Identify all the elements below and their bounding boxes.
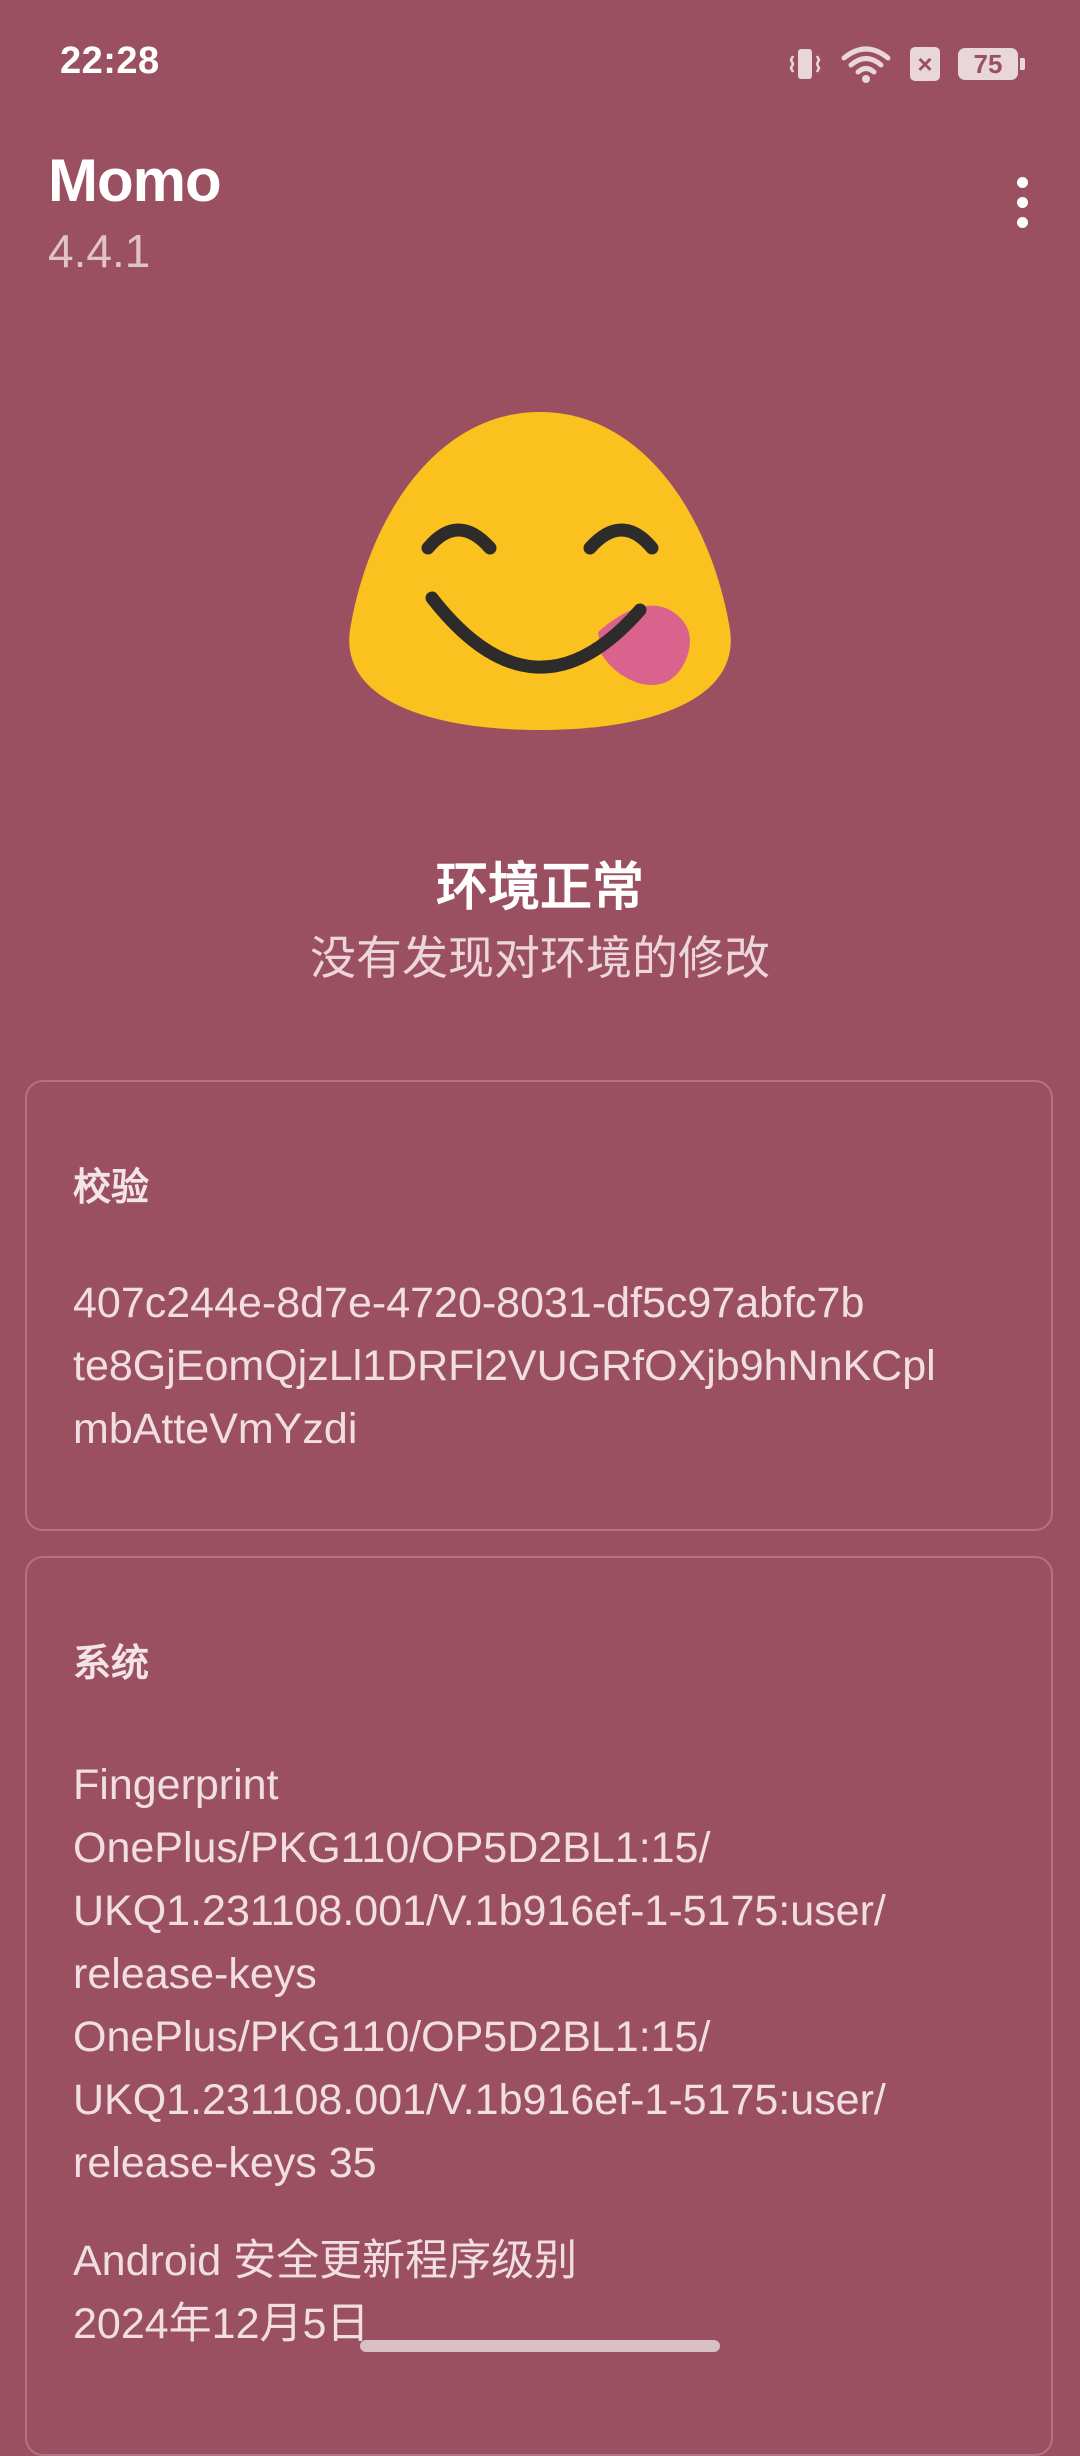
app-bar: Momo 4.4.1 (0, 128, 1080, 288)
fingerprint-line: UKQ1.231108.001/V.1b916ef-1-5175:user/ (73, 1887, 886, 1935)
fingerprint-line: Fingerprint (73, 1761, 279, 1809)
vibrate-icon (789, 49, 821, 79)
verify-card: 校验 407c244e-8d7e-4720-8031-df5c97abfc7b … (25, 1080, 1053, 1531)
more-vert-icon[interactable] (986, 166, 1058, 238)
verify-line: te8GjEomQjzLl1DRFl2VUGRfOXjb9hNnKCpl (73, 1342, 936, 1390)
menu-dot (1016, 176, 1028, 188)
navigation-handle[interactable] (360, 2340, 720, 2352)
emoji-face (349, 412, 731, 730)
battery-level: 75 (973, 48, 1003, 79)
app-title: Momo (48, 147, 222, 214)
status-title: 环境正常 (435, 859, 644, 917)
status-bar: 22:28 × 75 (0, 0, 1080, 128)
fingerprint-line: UKQ1.231108.001/V.1b916ef-1-5175:user/ (73, 2076, 886, 2124)
fingerprint-info: Fingerprint OnePlus/PKG110/OP5D2BL1:15/ … (73, 1754, 1021, 2195)
status-icons: × 75 (788, 40, 1025, 88)
verify-line: 407c244e-8d7e-4720-8031-df5c97abfc7b (73, 1279, 865, 1327)
fingerprint-line: release-keys (73, 1950, 317, 1998)
menu-dot (1016, 196, 1028, 208)
verify-card-title: 校验 (73, 1167, 150, 1209)
verify-hash: 407c244e-8d7e-4720-8031-df5c97abfc7b te8… (73, 1272, 1021, 1461)
fingerprint-line: release-keys 35 (73, 2139, 377, 2187)
wifi-icon (841, 46, 891, 83)
yum-face-icon (349, 412, 731, 730)
security-patch-label: Android 安全更新程序级别 (73, 2237, 578, 2285)
app-version: 4.4.1 (48, 225, 151, 277)
sim-disabled-icon: × (910, 47, 940, 81)
battery-icon: 75 (958, 48, 1025, 80)
fingerprint-line: OnePlus/PKG110/OP5D2BL1:15/ (73, 2013, 711, 2061)
system-card-title: 系统 (73, 1643, 150, 1685)
menu-dot (1016, 216, 1028, 228)
security-patch-info: Android 安全更新程序级别 2024年12月5日 (73, 2230, 1021, 2356)
clock: 22:28 (60, 40, 160, 82)
status-description: 没有发现对环境的修改 (310, 932, 770, 984)
verify-line: mbAtteVmYzdi (73, 1405, 358, 1453)
system-card: 系统 Fingerprint OnePlus/PKG110/OP5D2BL1:1… (25, 1556, 1053, 2456)
fingerprint-line: OnePlus/PKG110/OP5D2BL1:15/ (73, 1824, 711, 1872)
